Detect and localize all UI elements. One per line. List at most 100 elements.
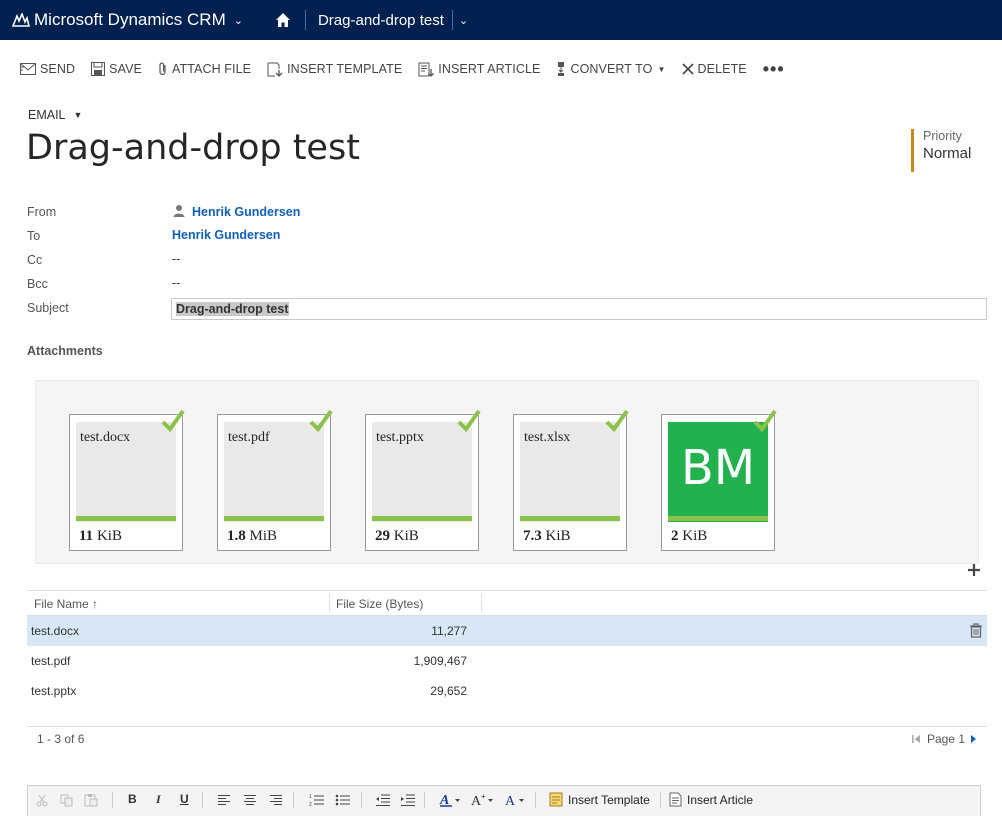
column-file-name[interactable]: File Name ↑ (34, 597, 98, 611)
paste-icon[interactable] (84, 793, 99, 807)
paperclip-icon (159, 62, 166, 76)
delete-label: DELETE (697, 62, 747, 76)
more-commands-icon[interactable]: ••• (763, 59, 785, 80)
chevron-down-icon[interactable]: ⌄ (234, 14, 243, 27)
table-row[interactable]: test.docx 11,277 (27, 616, 987, 646)
insert-template-button[interactable]: INSERT TEMPLATE (267, 62, 402, 77)
dynamics-logo-icon (12, 13, 30, 27)
cc-value[interactable]: -- (172, 252, 180, 266)
attach-file-button[interactable]: ATTACH FILE (158, 62, 251, 76)
align-right-icon[interactable] (269, 794, 283, 806)
insert-article-editor-label: Insert Article (687, 792, 754, 807)
next-page-icon[interactable] (970, 734, 977, 744)
attachment-tile[interactable]: test.pptx 29 KiB (365, 409, 481, 551)
from-value[interactable]: Henrik Gundersen (192, 205, 300, 219)
app-name: Microsoft Dynamics CRM (34, 10, 226, 29)
numbered-list-icon[interactable]: 12 (309, 793, 325, 807)
bold-button[interactable]: B (128, 792, 137, 806)
grid-header: File Name ↑ File Size (Bytes) (27, 590, 987, 616)
delete-button[interactable]: DELETE (681, 62, 747, 76)
to-value[interactable]: Henrik Gundersen (172, 228, 280, 242)
toolbar-divider (361, 792, 362, 808)
attachment-tile[interactable]: test.docx 11 KiB (69, 409, 185, 551)
attachment-size: 2 KiB (671, 528, 708, 544)
insert-template-editor-button[interactable]: Insert Template (549, 792, 650, 807)
attachment-tile[interactable]: test.pdf 1.8 MiB (217, 409, 333, 551)
subject-input[interactable]: Drag-and-drop test (171, 298, 987, 320)
nav-divider (304, 10, 306, 30)
attachment-tile[interactable]: test.xlsx 7.3 KiB (513, 409, 629, 551)
priority-value: Normal (923, 145, 972, 162)
chevron-down-icon[interactable]: ⌄ (459, 14, 468, 27)
table-row[interactable]: test.pdf 1,909,467 (27, 646, 987, 676)
bcc-value[interactable]: -- (172, 276, 180, 290)
insert-template-icon (267, 62, 283, 77)
attachment-size: 7.3 KiB (523, 528, 571, 544)
checkmark-icon (457, 409, 481, 433)
add-icon[interactable] (967, 563, 981, 577)
attachment-name: test.xlsx (524, 430, 571, 445)
align-left-icon[interactable] (217, 794, 231, 806)
image-thumbnail-text: BM (680, 440, 756, 496)
attachment-size: 11 KiB (79, 528, 122, 544)
from-label: From (27, 205, 57, 219)
attach-file-label: ATTACH FILE (171, 62, 252, 76)
entity-type-selector[interactable]: EMAIL ▼ (28, 108, 82, 122)
italic-button[interactable]: I (156, 792, 161, 807)
page-label: Page 1 (926, 732, 965, 746)
caret-down-icon: ▼ (657, 64, 666, 74)
attachment-name: test.pptx (376, 430, 424, 445)
save-button[interactable]: SAVE (91, 62, 142, 76)
sort-ascending-icon: ↑ (92, 597, 99, 611)
file-name-cell: test.pdf (31, 654, 71, 668)
file-thumbnail: test.pptx (372, 422, 472, 522)
home-icon[interactable] (273, 10, 293, 30)
cut-icon[interactable] (36, 794, 48, 807)
insert-article-button[interactable]: INSERT ARTICLE (418, 62, 540, 77)
delete-icon (681, 63, 694, 75)
svg-text:+: + (481, 792, 486, 801)
send-label: SEND (40, 62, 76, 76)
file-thumbnail: test.docx (76, 422, 176, 522)
font-size-icon[interactable]: A + (470, 792, 496, 808)
decrease-indent-icon[interactable] (375, 793, 391, 807)
priority-field[interactable]: Priority Normal (911, 129, 971, 172)
breadcrumb[interactable]: Drag-and-drop test (318, 12, 444, 29)
caret-down-icon: ▼ (73, 110, 83, 120)
to-label: To (27, 229, 41, 243)
bullet-list-icon[interactable] (335, 793, 351, 807)
svg-text:1: 1 (309, 794, 312, 800)
pager: Page 1 (911, 732, 977, 746)
insert-article-label: INSERT ARTICLE (438, 62, 541, 76)
send-button[interactable]: SEND (20, 62, 75, 76)
upload-progress-bar (520, 516, 620, 521)
cc-label: Cc (27, 253, 43, 267)
command-bar: SEND SAVE ATTACH FILE INSERT TEMPLATE IN… (0, 40, 1002, 98)
insert-article-editor-button[interactable]: Insert Article (669, 792, 753, 807)
font-color-icon[interactable]: A (503, 792, 529, 808)
app-brand[interactable]: Microsoft Dynamics CRM ⌄ (12, 10, 243, 30)
article-icon (669, 792, 682, 807)
from-field[interactable]: Henrik Gundersen (172, 204, 300, 219)
font-family-icon[interactable]: A (439, 792, 463, 808)
subject-value: Drag-and-drop test (176, 302, 289, 316)
table-row[interactable]: test.pptx 29,652 (27, 676, 987, 706)
rich-text-toolbar: B I U 12 A A + A Insert Template Insert A… (27, 785, 981, 816)
align-center-icon[interactable] (243, 794, 257, 806)
copy-icon[interactable] (60, 794, 74, 807)
first-page-icon[interactable] (911, 734, 921, 744)
file-thumbnail: test.xlsx (520, 422, 620, 522)
trash-icon[interactable] (969, 623, 983, 638)
convert-to-button[interactable]: CONVERT TO ▼ (556, 61, 665, 77)
attachment-drop-area[interactable]: test.docx 11 KiB test.pdf 1.8 MiB test.p… (35, 380, 979, 564)
column-divider[interactable] (329, 594, 330, 612)
send-icon (20, 63, 36, 75)
underline-button[interactable]: U (180, 792, 189, 806)
bcc-label: Bcc (27, 277, 48, 291)
column-divider[interactable] (481, 594, 482, 612)
attachment-tile[interactable]: BM 2 KiB (661, 409, 777, 551)
subject-label: Subject (27, 301, 69, 315)
toolbar-divider (535, 792, 536, 808)
increase-indent-icon[interactable] (400, 793, 416, 807)
column-file-size[interactable]: File Size (Bytes) (336, 597, 423, 611)
